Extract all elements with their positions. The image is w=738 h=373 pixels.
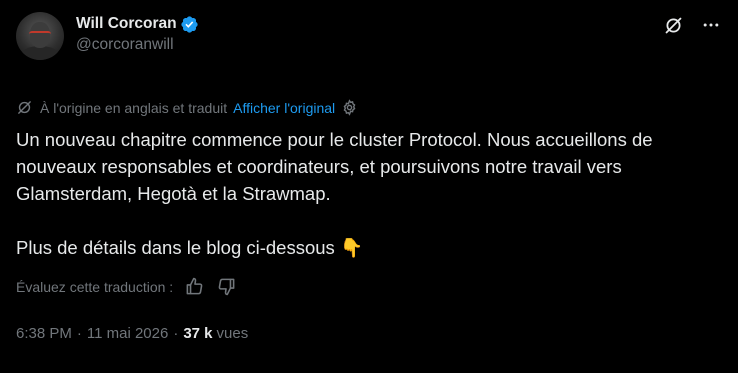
- author-handle[interactable]: @corcoranwill: [76, 36, 199, 54]
- tweet-text: Un nouveau chapitre commence pour le clu…: [16, 126, 716, 261]
- rate-translation: Évaluez cette traduction :: [16, 277, 722, 297]
- grok-icon[interactable]: [662, 14, 684, 36]
- gear-icon[interactable]: [341, 99, 359, 117]
- display-name-row: Will Corcoran: [76, 14, 199, 34]
- thumbs-up-icon[interactable]: [185, 277, 205, 297]
- meta-separator: ·: [173, 325, 179, 342]
- translation-note: À l'origine en anglais et traduit: [40, 100, 228, 116]
- avatar-glasses: [29, 31, 51, 37]
- tweet-paragraph: Un nouveau chapitre commence pour le clu…: [16, 129, 653, 204]
- tweet-date[interactable]: 11 mai 2026: [87, 325, 168, 342]
- verified-badge-icon[interactable]: [180, 15, 199, 34]
- avatar[interactable]: [16, 12, 64, 60]
- tweet-time[interactable]: 6:38 PM: [16, 325, 72, 342]
- translation-bar: À l'origine en anglais et traduit Affich…: [16, 98, 722, 118]
- meta-separator: ·: [76, 325, 82, 342]
- views-count[interactable]: 37 k: [183, 325, 212, 342]
- show-original-link[interactable]: Afficher l'original: [233, 100, 335, 116]
- avatar-shoulders: [20, 46, 60, 60]
- author-names: Will Corcoran @corcoranwill: [76, 12, 199, 54]
- header-actions: [662, 14, 722, 36]
- tweet-paragraph: Plus de détails dans le blog ci-dessous …: [16, 237, 363, 258]
- grok-icon: [16, 99, 34, 117]
- thumbs-down-icon[interactable]: [217, 277, 237, 297]
- more-options-icon[interactable]: [700, 14, 722, 36]
- tweet-meta: 6:38 PM · 11 mai 2026 · 37 k vues: [16, 325, 722, 342]
- tweet-header: Will Corcoran @corcoranwill: [16, 12, 722, 68]
- tweet-card: Will Corcoran @corcoranwill À l'origine …: [0, 0, 738, 373]
- views-label: vues: [216, 325, 249, 342]
- display-name[interactable]: Will Corcoran: [76, 15, 177, 33]
- rate-translation-label: Évaluez cette traduction :: [16, 279, 174, 295]
